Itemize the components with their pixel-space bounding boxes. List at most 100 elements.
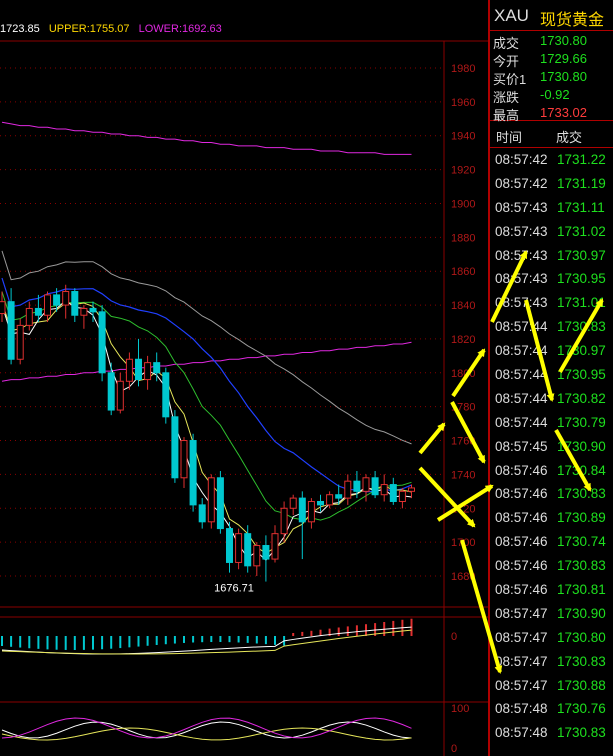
tick-time: 08:57:44 bbox=[495, 343, 548, 359]
candle-body bbox=[244, 533, 252, 567]
y-tick-label: 1820 bbox=[451, 334, 475, 346]
quote-stat-row: 买价1 1730.80 bbox=[490, 68, 613, 87]
quote-header: XAU 现货黄金 bbox=[490, 0, 613, 31]
ma-blue-line bbox=[1, 277, 412, 493]
candle-body bbox=[216, 477, 224, 530]
tick-price: 1731.19 bbox=[557, 175, 606, 191]
kline-chart[interactable]: 1980 1960 1940 1920 1900 1880 1860 1840 1820 1800… bbox=[0, 0, 488, 756]
tick-price: 1730.83 bbox=[557, 725, 606, 741]
candle-body bbox=[16, 324, 24, 360]
tick-row: 08:57:48 1730.76 bbox=[490, 697, 613, 721]
tick-time: 08:57:42 bbox=[495, 152, 548, 167]
tick-time: 08:57:44 bbox=[495, 319, 548, 335]
y-tick-label: 1840 bbox=[451, 300, 475, 312]
y-tick-label: 1700 bbox=[451, 537, 475, 549]
tick-time: 08:57:46 bbox=[495, 534, 548, 550]
y-tick-label: 1940 bbox=[451, 131, 475, 143]
candle-body bbox=[0, 301, 6, 315]
y-tick-label: 1920 bbox=[451, 165, 475, 177]
tick-time: 08:57:47 bbox=[495, 653, 548, 669]
macd-dea-line bbox=[1, 629, 412, 655]
tick-time: 08:57:46 bbox=[495, 558, 548, 574]
tick-header-time: 时间 bbox=[496, 130, 523, 145]
tick-row: 08:57:48 1730.83 bbox=[490, 721, 613, 745]
tick-row: 08:57:43 1731.11 bbox=[490, 196, 613, 220]
tick-price: 1731.11 bbox=[557, 199, 605, 215]
candle-body bbox=[171, 416, 179, 479]
candle-body bbox=[335, 494, 343, 499]
candle-body bbox=[180, 440, 188, 479]
tick-list[interactable]: 08:57:42 1731.22 08:57:42 1731.19 08:57:43 17… bbox=[490, 148, 613, 745]
tick-time: 08:57:44 bbox=[495, 367, 548, 383]
candle-body bbox=[353, 480, 361, 492]
candle-body bbox=[153, 362, 161, 374]
tick-time: 08:57:43 bbox=[495, 223, 548, 239]
chart-area[interactable]: 1980 1960 1940 1920 1900 1880 1860 1840 1820 1800… bbox=[0, 0, 488, 756]
tick-time: 08:57:43 bbox=[495, 295, 548, 311]
y-tick-label: 1900 bbox=[451, 198, 475, 210]
quote-stat-row: 涨跌 -0.92 bbox=[490, 86, 613, 105]
tick-time: 08:57:43 bbox=[495, 271, 548, 287]
ma-yellow-line bbox=[1, 301, 412, 554]
tick-time: 08:57:44 bbox=[495, 414, 548, 430]
tick-row: 08:57:47 1730.88 bbox=[490, 674, 613, 698]
tick-price: 1731.02 bbox=[557, 223, 606, 239]
tick-row: 08:57:46 1730.89 bbox=[490, 506, 613, 530]
tick-time: 08:57:43 bbox=[495, 247, 548, 263]
boll-lower-value: LOWER:1692.63 bbox=[138, 23, 222, 35]
tick-row: 08:57:47 1730.90 bbox=[490, 602, 613, 626]
boll-lower-line bbox=[1, 341, 412, 382]
candle-body bbox=[344, 480, 352, 499]
tick-price: 1730.83 bbox=[557, 486, 606, 502]
y-tick-label: 1760 bbox=[451, 436, 475, 448]
tick-price: 1730.95 bbox=[557, 271, 606, 287]
ma-gray-line bbox=[1, 250, 412, 445]
candle-body bbox=[125, 358, 133, 382]
tick-row: 08:57:45 1730.90 bbox=[490, 435, 613, 459]
y-tick-label: 1740 bbox=[451, 469, 475, 481]
tick-price: 1730.88 bbox=[557, 677, 606, 693]
tick-time: 08:57:42 bbox=[495, 175, 548, 191]
candle-body bbox=[34, 307, 42, 316]
candle-body bbox=[253, 545, 261, 567]
tick-time: 08:57:45 bbox=[495, 438, 548, 454]
tick-time: 08:57:47 bbox=[495, 629, 548, 645]
macd-dif-line bbox=[1, 626, 412, 655]
tick-row: 08:57:47 1730.80 bbox=[490, 626, 613, 650]
candle-body bbox=[362, 477, 370, 492]
candle-body bbox=[262, 545, 270, 560]
candle-body bbox=[71, 291, 79, 316]
quote-stat-row: 最高 1733.02 bbox=[490, 104, 613, 123]
tick-time: 08:57:47 bbox=[495, 605, 548, 621]
kdj-bottom-label: 0 bbox=[451, 743, 457, 755]
tick-price: 1730.83 bbox=[557, 319, 606, 335]
tick-row: 08:57:43 1731.02 bbox=[490, 220, 613, 244]
candle-body bbox=[198, 504, 206, 523]
boll-upper-value: UPPER:1755.07 bbox=[48, 23, 130, 35]
quote-panel: XAU 现货黄金 成交 1730.80 今开 1729.66 买价1 1730.80 涨跌 -… bbox=[488, 0, 613, 756]
tick-price: 1730.97 bbox=[557, 247, 606, 263]
tick-time: 08:57:47 bbox=[495, 677, 548, 693]
candle-body bbox=[398, 490, 406, 502]
candle-body bbox=[135, 358, 142, 381]
tick-row: 08:57:43 1731.01 bbox=[490, 291, 613, 315]
candle-body bbox=[326, 494, 334, 506]
y-tick-label: 1880 bbox=[451, 232, 475, 244]
tick-time: 08:57:48 bbox=[495, 725, 548, 741]
candle-body bbox=[62, 291, 70, 306]
candle-body bbox=[235, 533, 243, 563]
tick-row: 08:57:44 1730.97 bbox=[490, 339, 613, 363]
tick-price: 1730.81 bbox=[557, 582, 606, 598]
y-tick-label: 1780 bbox=[451, 402, 475, 414]
tick-row: 08:57:43 1730.97 bbox=[490, 244, 613, 268]
candle-body bbox=[144, 362, 152, 381]
y-tick-label: 1720 bbox=[451, 503, 475, 515]
candle-body bbox=[317, 500, 324, 506]
candle-body bbox=[44, 294, 51, 316]
tick-price: 1730.74 bbox=[557, 534, 606, 550]
y-tick-label: 1980 bbox=[451, 63, 475, 75]
symbol-name: 现货黄金 bbox=[540, 12, 605, 29]
macd-zero-label: 0 bbox=[451, 631, 457, 643]
candle-body bbox=[189, 440, 197, 506]
quote-stat-value: 1730.80 bbox=[540, 33, 587, 48]
